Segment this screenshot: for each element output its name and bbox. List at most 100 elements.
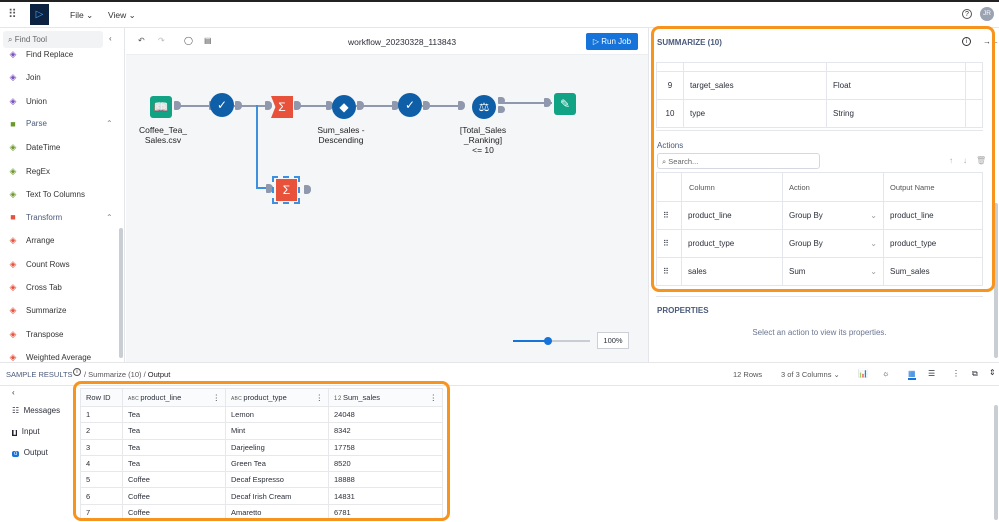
table-row[interactable]: 1 Tea Lemon 24048	[80, 405, 443, 424]
sidebar-item-label: Text To Columns	[26, 189, 85, 199]
tool-sidebar: ⌕ Find Tool ‹ ◈ Find Replace ◈ Join ◈ Union ■ P…	[0, 28, 125, 362]
insights-icon[interactable]: ☼	[882, 369, 889, 378]
action-row[interactable]: ⠿ product_type Group By ⌄ product_type	[656, 229, 983, 258]
select-node-1[interactable]: ✓	[210, 93, 234, 117]
table-cell: Tea	[122, 422, 226, 440]
avatar[interactable]: JR	[980, 7, 994, 21]
info-icon[interactable]: i	[73, 368, 81, 376]
action-select[interactable]: Group By ⌄	[782, 229, 884, 258]
more-icon[interactable]: ⋮	[952, 369, 960, 378]
sidebar-item-transpose[interactable]: ◈ Transpose	[8, 329, 64, 340]
sidebar-item-label: Arrange	[26, 236, 55, 246]
back-icon[interactable]: ‹	[12, 388, 15, 397]
sidebar-item-union[interactable]: ◈ Union	[8, 96, 47, 107]
rows-count: 12 Rows	[733, 370, 763, 379]
results-scrollbar[interactable]	[994, 405, 998, 520]
move-up-icon[interactable]: ↑	[949, 156, 953, 165]
sidebar-item-count-rows[interactable]: ◈ Count Rows	[8, 259, 70, 270]
action-select[interactable]: Group By ⌄	[782, 201, 884, 230]
table-row[interactable]: 3 Tea Darjeeling 17758	[80, 438, 443, 456]
apps-grid-icon[interactable]: ⠿	[8, 7, 17, 21]
popout-icon[interactable]: ⧉	[972, 369, 978, 379]
sidebar-item-join[interactable]: ◈ Join	[8, 72, 41, 83]
collapse-sidebar-icon[interactable]: ‹	[109, 34, 112, 43]
columns-select[interactable]: 3 of 3 Columns ⌄	[781, 370, 840, 379]
table-cell: 7	[80, 503, 123, 522]
zoom-slider[interactable]	[513, 337, 590, 345]
sidebar-item-find-replace[interactable]: ◈ Find Replace	[8, 49, 74, 60]
table-cell: Coffee	[122, 487, 226, 505]
move-down-icon[interactable]: ↓	[963, 156, 967, 165]
find-replace-icon: ◈	[9, 49, 17, 59]
drag-handle-icon[interactable]: ⠿	[656, 229, 682, 258]
menu-view[interactable]: View ⌄	[108, 10, 136, 21]
action-row[interactable]: ⠿ product_line Group By ⌄ product_line	[656, 201, 983, 230]
sort-node[interactable]: ◆	[332, 95, 356, 119]
nav-input[interactable]: ▮ Input	[12, 427, 40, 436]
summarize-node[interactable]: Σ	[271, 96, 293, 118]
sidebar-item-arrange[interactable]: ◈ Arrange	[8, 235, 55, 246]
sidebar-item-text-to-columns[interactable]: ◈ Text To Columns	[8, 189, 85, 200]
actions-title: Actions	[657, 141, 684, 150]
layout-icon[interactable]: ▤	[204, 36, 212, 45]
drag-handle-icon[interactable]: ⠿	[656, 201, 682, 230]
actions-table: Column Action Output Name ⠿ product_line Gro…	[656, 172, 983, 286]
properties-title: PROPERTIES	[657, 306, 709, 315]
logo[interactable]: ▷	[30, 4, 49, 25]
fields-table: 9 target_sales Float 10 type String	[656, 62, 983, 128]
table-row[interactable]: 5 Coffee Decaf Espresso 18888	[80, 471, 443, 489]
sidebar-item-transform[interactable]: ■ Transform ⌃	[8, 212, 112, 222]
chevron-up-icon[interactable]: ⌃	[106, 119, 113, 128]
chevron-up-icon[interactable]: ⌃	[106, 213, 113, 222]
actions-search-input[interactable]: ⌕ Search...	[657, 153, 820, 169]
column-header[interactable]: A B C product_line ⋮	[122, 388, 226, 407]
delete-icon[interactable]: 🗑	[976, 156, 986, 165]
collapse-panel-icon[interactable]: →←	[983, 37, 999, 46]
sidebar-item-cross-tab[interactable]: ◈ Cross Tab	[8, 282, 62, 293]
table-row[interactable]: 4 Tea Green Tea 8520	[80, 454, 443, 473]
filter-node[interactable]: ⚖	[472, 95, 496, 119]
resize-icon[interactable]: ⇕	[989, 368, 996, 377]
output-data-node[interactable]: ✎	[554, 93, 576, 115]
action-select[interactable]: Sum ⌄	[782, 257, 884, 286]
datetime-icon: ◈	[9, 142, 17, 153]
help-icon[interactable]: ?	[962, 9, 972, 19]
sidebar-scrollbar[interactable]	[119, 228, 123, 358]
redo-icon[interactable]: ↷	[158, 36, 165, 45]
table-row[interactable]: 10 type String	[656, 99, 983, 128]
sidebar-item-regex[interactable]: ◈ RegEx	[8, 166, 50, 177]
input-data-node[interactable]: 📖	[150, 96, 172, 118]
column-header[interactable]: A B C product_type ⋮	[225, 388, 329, 407]
chart-icon[interactable]: 📊	[858, 369, 868, 378]
info-icon[interactable]: i	[962, 37, 971, 46]
drag-handle-icon[interactable]: ⠿	[656, 257, 682, 286]
workflow-canvas[interactable]: 📖 ✓ Σ ◆ ✓ ⚖ ✎ Σ Coffee_Tea_ Sales.csv Su…	[126, 55, 648, 362]
table-row[interactable]: 9 target_sales Float	[656, 71, 983, 100]
select-node-2[interactable]: ✓	[398, 93, 422, 117]
summarize-node-selected[interactable]: Σ	[276, 179, 297, 201]
table-row[interactable]: 7 Coffee Amaretto 6781	[80, 503, 443, 522]
undo-icon[interactable]: ↶	[138, 36, 145, 45]
panel-scrollbar[interactable]	[994, 203, 998, 358]
table-row[interactable]: 2 Tea Mint 8342	[80, 422, 443, 440]
sidebar-item-parse[interactable]: ■ Parse ⌃	[8, 119, 112, 129]
sidebar-item-summarize[interactable]: ◈ Summarize	[8, 305, 67, 316]
comment-icon[interactable]: ◯	[184, 36, 193, 45]
sidebar-item-label: Count Rows	[26, 259, 70, 269]
find-tool-input[interactable]: ⌕ Find Tool	[3, 31, 103, 48]
nav-output[interactable]: o Output	[12, 448, 48, 457]
results-nav: ‹ ☷ Messages ▮ Input o Output	[0, 386, 75, 522]
table-cell: 24048	[328, 405, 443, 424]
list-view-icon[interactable]: ☰	[928, 369, 935, 378]
column-header[interactable]: 1 2 Sum_sales ⋮	[328, 388, 443, 407]
grid-view-icon[interactable]: ▦	[908, 369, 916, 380]
table-row[interactable]: 6 Coffee Decaf Irish Cream 14831	[80, 487, 443, 505]
action-row[interactable]: ⠿ sales Sum ⌄ Sum_sales	[656, 257, 983, 286]
sidebar-item-datetime[interactable]: ◈ DateTime	[8, 142, 61, 153]
run-job-button[interactable]: ▷ Run Job	[586, 33, 638, 50]
zoom-level[interactable]: 100%	[597, 332, 629, 349]
input-node-label: Coffee_Tea_ Sales.csv	[138, 125, 188, 145]
sidebar-item-label: Parse	[26, 119, 47, 129]
menu-file[interactable]: File ⌄	[70, 10, 93, 21]
nav-messages[interactable]: ☷ Messages	[12, 406, 60, 415]
